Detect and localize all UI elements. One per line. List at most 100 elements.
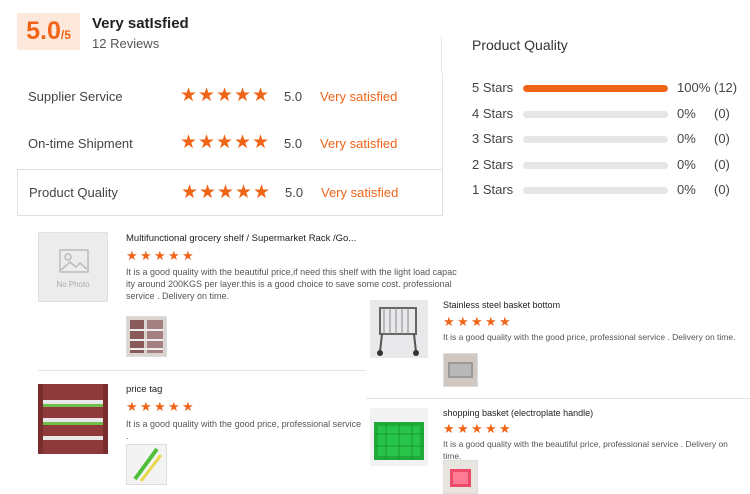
distribution-row-2[interactable]: 2 Stars 0% (0) [472,157,742,173]
distribution-row-4[interactable]: 4 Stars 0% (0) [472,106,742,122]
star-icon: ★ [154,399,166,414]
star-icon: ★ [168,248,180,263]
review-text: It is a good quality with the good price… [126,419,362,441]
dimension-score: 5.0 [285,185,304,200]
star-icon: ★ [457,314,469,329]
star-icon: ★ [180,85,198,106]
star-rating: ★ ★ ★ ★ ★ [180,86,269,105]
basket-photo-icon [444,354,477,386]
dimension-satisfaction: Very satisfied [321,185,399,200]
star-icon: ★ [234,85,252,106]
star-icon: ★ [154,248,166,263]
distribution-percent: 0% [677,106,696,121]
star-icon: ★ [198,85,216,106]
star-icon: ★ [499,421,511,436]
review-photo[interactable] [443,353,478,387]
distribution-row-3[interactable]: 3 Stars 0% (0) [472,131,742,147]
distribution-bar [523,85,668,92]
dimension-row-product-quality[interactable]: Product Quality ★ ★ ★ ★ ★ 5.0 Very satisfied [17,169,443,216]
product-thumbnail[interactable] [370,300,428,358]
star-icon: ★ [471,421,483,436]
dimension-score: 5.0 [284,89,303,104]
dimension-label: Supplier Service [28,89,123,104]
star-icon: ★ [168,399,180,414]
review-photo[interactable] [443,460,478,494]
distribution-percent: 100% [677,80,711,95]
distribution-percent: 0% [677,131,696,146]
distribution-label: 4 Stars [472,106,514,121]
distribution-count: (0) [714,131,730,146]
star-icon: ★ [216,85,234,106]
distribution-percent: 0% [677,157,696,172]
star-icon: ★ [140,399,152,414]
dimension-ratings: Supplier Service ★ ★ ★ ★ ★ 5.0 Very satisfie… [17,73,443,216]
review-count[interactable]: 12 Reviews [92,36,159,51]
overall-score-max: /5 [60,28,71,42]
star-rating: ★ ★ ★ ★ ★ [180,133,269,152]
star-icon: ★ [180,132,198,153]
product-thumbnail-placeholder[interactable]: No Photo [38,232,108,302]
distribution-count: (0) [714,182,730,197]
star-icon: ★ [252,85,270,106]
distribution-bar [523,162,668,169]
review-photo[interactable] [126,444,167,485]
dimension-score: 5.0 [284,136,303,151]
star-icon: ★ [485,314,497,329]
star-icon: ★ [234,132,252,153]
star-icon: ★ [499,314,511,329]
dimension-satisfaction: Very satisfied [320,89,398,104]
review-star-rating: ★ ★ ★ ★ ★ [443,315,512,328]
review-product-title[interactable]: Stainless steel basket bottom [443,300,560,310]
review-text: It is a good quality with the good price… [443,332,736,342]
star-icon: ★ [216,132,234,153]
product-thumbnail[interactable] [38,384,108,454]
distribution-row-1[interactable]: 1 Stars 0% (0) [472,182,742,198]
dimension-label: On-time Shipment [28,136,133,151]
star-icon: ★ [199,182,217,203]
star-icon: ★ [485,421,497,436]
review-photo[interactable] [126,316,167,357]
distribution-bar [523,111,668,118]
review-divider [366,398,750,399]
star-icon: ★ [252,132,270,153]
review-divider [38,370,366,371]
star-icon: ★ [443,314,455,329]
star-icon: ★ [217,182,235,203]
review-star-rating: ★ ★ ★ ★ ★ [126,249,195,262]
star-icon: ★ [182,399,194,414]
distribution-label: 1 Stars [472,182,514,197]
price-tag-photo-icon [127,445,166,484]
star-icon: ★ [443,421,455,436]
star-rating: ★ ★ ★ ★ ★ [181,183,270,202]
review-star-rating: ★ ★ ★ ★ ★ [443,422,512,435]
shelf-photo-icon [127,317,166,356]
distribution-bar-fill [523,85,668,92]
star-icon: ★ [126,399,138,414]
overall-score: 5.0 [26,17,61,45]
distribution-count: (0) [714,157,730,172]
dimension-label: Product Quality [29,185,118,200]
distribution-title: Product Quality [472,37,568,53]
distribution-count: (0) [714,106,730,121]
product-thumbnail[interactable] [370,408,428,466]
review-product-title[interactable]: price tag [126,384,162,395]
distribution-bar [523,187,668,194]
dimension-row-on-time-shipment[interactable]: On-time Shipment ★ ★ ★ ★ ★ 5.0 Very satisfie… [17,120,442,167]
star-icon: ★ [126,248,138,263]
star-icon: ★ [181,182,199,203]
distribution-row-5[interactable]: 5 Stars 100% (12) [472,80,742,96]
dimension-row-supplier-service[interactable]: Supplier Service ★ ★ ★ ★ ★ 5.0 Very satisfie… [17,73,442,120]
distribution-bar [523,136,668,143]
star-icon: ★ [198,132,216,153]
star-icon: ★ [235,182,253,203]
star-icon: ★ [253,182,271,203]
review-product-title[interactable]: Multifunctional grocery shelf / Supermar… [126,233,356,244]
star-icon: ★ [471,314,483,329]
review-product-title[interactable]: shopping basket (electroplate handle) [443,408,593,418]
distribution-label: 2 Stars [472,157,514,172]
dimension-satisfaction: Very satisfied [320,136,398,151]
distribution-percent: 0% [677,182,696,197]
star-icon: ★ [140,248,152,263]
review-text: It is a good quality with the beautiful … [126,267,457,301]
review-text: It is a good quality with the beautiful … [443,439,728,461]
